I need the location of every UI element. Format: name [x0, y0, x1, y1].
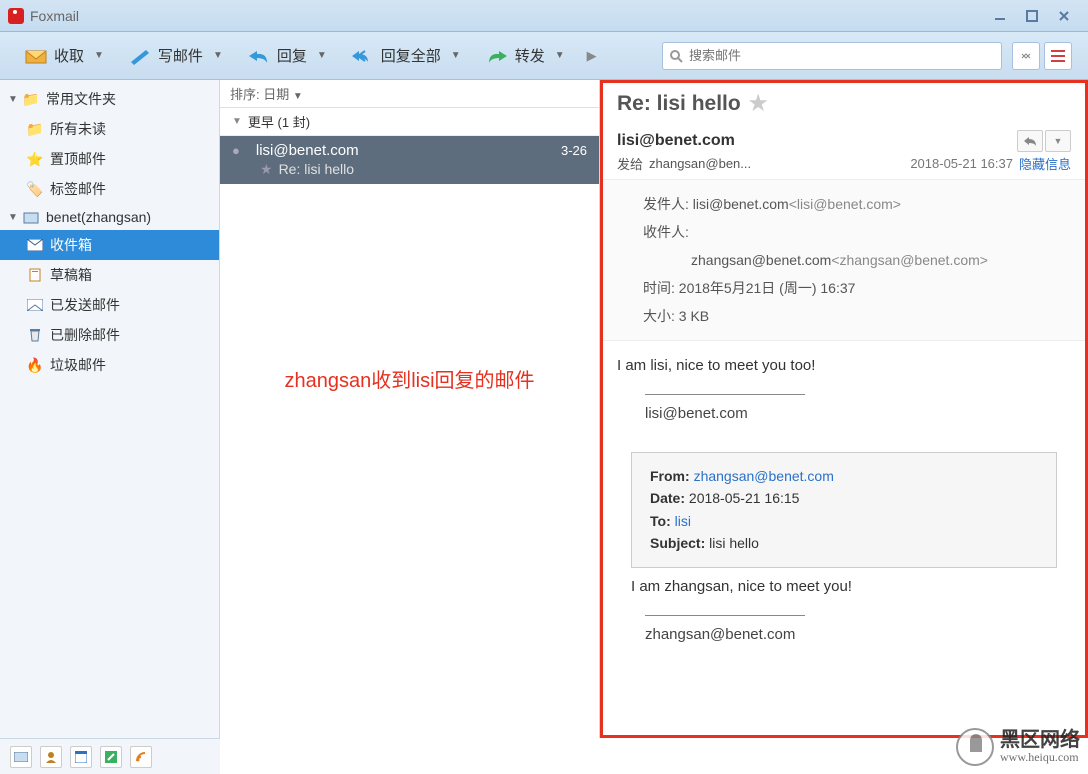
app-logo-icon — [8, 8, 24, 24]
compose-button[interactable]: 写邮件▼ — [120, 41, 235, 70]
toolbar: 收取▼ 写邮件▼ 回复▼ 回复全部▼ 转发▼ ▶ — [0, 32, 1088, 80]
preview-body: I am lisi, nice to meet you too! lisi@be… — [603, 341, 1085, 735]
chevron-down-icon[interactable]: ▼ — [313, 50, 331, 61]
folder-tagged[interactable]: 🏷️标签邮件 — [0, 174, 219, 204]
message-subject: Re: lisi hello — [279, 161, 354, 177]
search-icon — [669, 49, 683, 63]
chevron-down-icon[interactable]: ▼ — [90, 50, 108, 61]
folder-icon: 📁 — [22, 91, 40, 107]
preview-subject: Re: lisi hello★ — [603, 83, 1085, 124]
close-button[interactable] — [1048, 5, 1080, 27]
trash-icon — [26, 327, 44, 343]
notes-button[interactable] — [100, 746, 122, 768]
chevron-down-icon[interactable]: ▼ — [447, 50, 465, 61]
message-item[interactable]: ● lisi@benet.com 3-26 ★ Re: lisi hello — [220, 136, 599, 184]
mail-view-button[interactable] — [10, 746, 32, 768]
search-box[interactable] — [662, 42, 1002, 70]
account-node[interactable]: ▼benet(zhangsan) — [0, 204, 219, 230]
folder-icon: 📁 — [26, 121, 44, 137]
reply-all-button[interactable]: 回复全部▼ — [343, 41, 473, 70]
account-icon — [22, 209, 40, 225]
preview-signature: lisi@benet.com — [617, 405, 1071, 422]
folder-common[interactable]: ▼📁常用文件夹 — [0, 84, 219, 114]
preview-pane: Re: lisi hello★ lisi@benet.com ▼ 发给 zhan… — [600, 80, 1088, 738]
folder-inbox[interactable]: 收件箱 — [0, 230, 219, 260]
unread-dot-icon: ● — [232, 143, 240, 158]
chevron-down-icon[interactable]: ▼ — [209, 50, 227, 61]
search-input[interactable] — [689, 48, 995, 63]
folder-all-unread[interactable]: 📁所有未读 — [0, 114, 219, 144]
list-view-button[interactable] — [1044, 42, 1072, 70]
quoted-header: From: zhangsan@benet.com Date: 2018-05-2… — [631, 452, 1057, 568]
quoted-signature: zhangsan@benet.com — [617, 626, 1071, 643]
signature-divider — [645, 615, 805, 616]
message-date: 3-26 — [561, 143, 587, 158]
watermark: 黑区网络 www.heiqu.com — [956, 728, 1080, 766]
quick-reply-button[interactable] — [1017, 130, 1043, 152]
receive-button[interactable]: 收取▼ — [16, 41, 116, 70]
annotation-text: zhangsan收到lisi回复的邮件 — [220, 364, 599, 393]
header-details: 发件人: lisi@benet.com<lisi@benet.com> 收件人:… — [603, 179, 1085, 341]
inbox-icon — [24, 47, 48, 65]
search-dropdown-button[interactable] — [1012, 42, 1040, 70]
sent-icon — [26, 297, 44, 313]
contacts-button[interactable] — [40, 746, 62, 768]
toolbar-more-button[interactable]: ▶ — [581, 48, 603, 64]
drafts-icon — [26, 267, 44, 283]
junk-icon: 🔥 — [26, 357, 44, 373]
reply-icon — [247, 47, 271, 65]
titlebar: Foxmail — [0, 0, 1088, 32]
message-from: lisi@benet.com — [256, 142, 561, 159]
group-earlier[interactable]: ▼更早 (1 封) — [220, 108, 599, 136]
sort-bar[interactable]: 排序: 日期 ▼ — [220, 80, 599, 108]
preview-to: zhangsan@ben... — [649, 156, 904, 171]
preview-datetime: 2018-05-21 16:37 — [910, 156, 1013, 171]
folder-junk[interactable]: 🔥垃圾邮件 — [0, 350, 219, 380]
minimize-button[interactable] — [984, 5, 1016, 27]
rss-button[interactable] — [130, 746, 152, 768]
quick-actions-button[interactable]: ▼ — [1045, 130, 1071, 152]
star-icon[interactable]: ★ — [260, 161, 273, 177]
pen-icon — [128, 47, 152, 65]
forward-button[interactable]: 转发▼ — [477, 41, 577, 70]
folder-sent[interactable]: 已发送邮件 — [0, 290, 219, 320]
star-icon: ⭐ — [26, 151, 44, 167]
preview-from: lisi@benet.com — [617, 132, 1017, 150]
star-icon[interactable]: ★ — [749, 91, 768, 116]
tag-icon: 🏷️ — [26, 181, 44, 197]
hide-info-link[interactable]: 隐藏信息 — [1019, 154, 1071, 173]
folder-pinned[interactable]: ⭐置顶邮件 — [0, 144, 219, 174]
quoted-body: I am zhangsan, nice to meet you! — [617, 568, 1071, 595]
sidebar: ▼📁常用文件夹 📁所有未读 ⭐置顶邮件 🏷️标签邮件 ▼benet(zhangs… — [0, 80, 220, 738]
forward-icon — [485, 47, 509, 65]
app-title: Foxmail — [30, 8, 984, 24]
inbox-icon — [26, 237, 44, 253]
maximize-button[interactable] — [1016, 5, 1048, 27]
status-bar — [0, 738, 220, 774]
folder-drafts[interactable]: 草稿箱 — [0, 260, 219, 290]
reply-button[interactable]: 回复▼ — [239, 41, 339, 70]
calendar-button[interactable] — [70, 746, 92, 768]
chevron-down-icon[interactable]: ▼ — [551, 50, 569, 61]
message-list: 排序: 日期 ▼ ▼更早 (1 封) ● lisi@benet.com 3-26… — [220, 80, 600, 738]
folder-deleted[interactable]: 已删除邮件 — [0, 320, 219, 350]
watermark-logo-icon — [956, 728, 994, 766]
signature-divider — [645, 394, 805, 395]
reply-all-icon — [351, 47, 375, 65]
